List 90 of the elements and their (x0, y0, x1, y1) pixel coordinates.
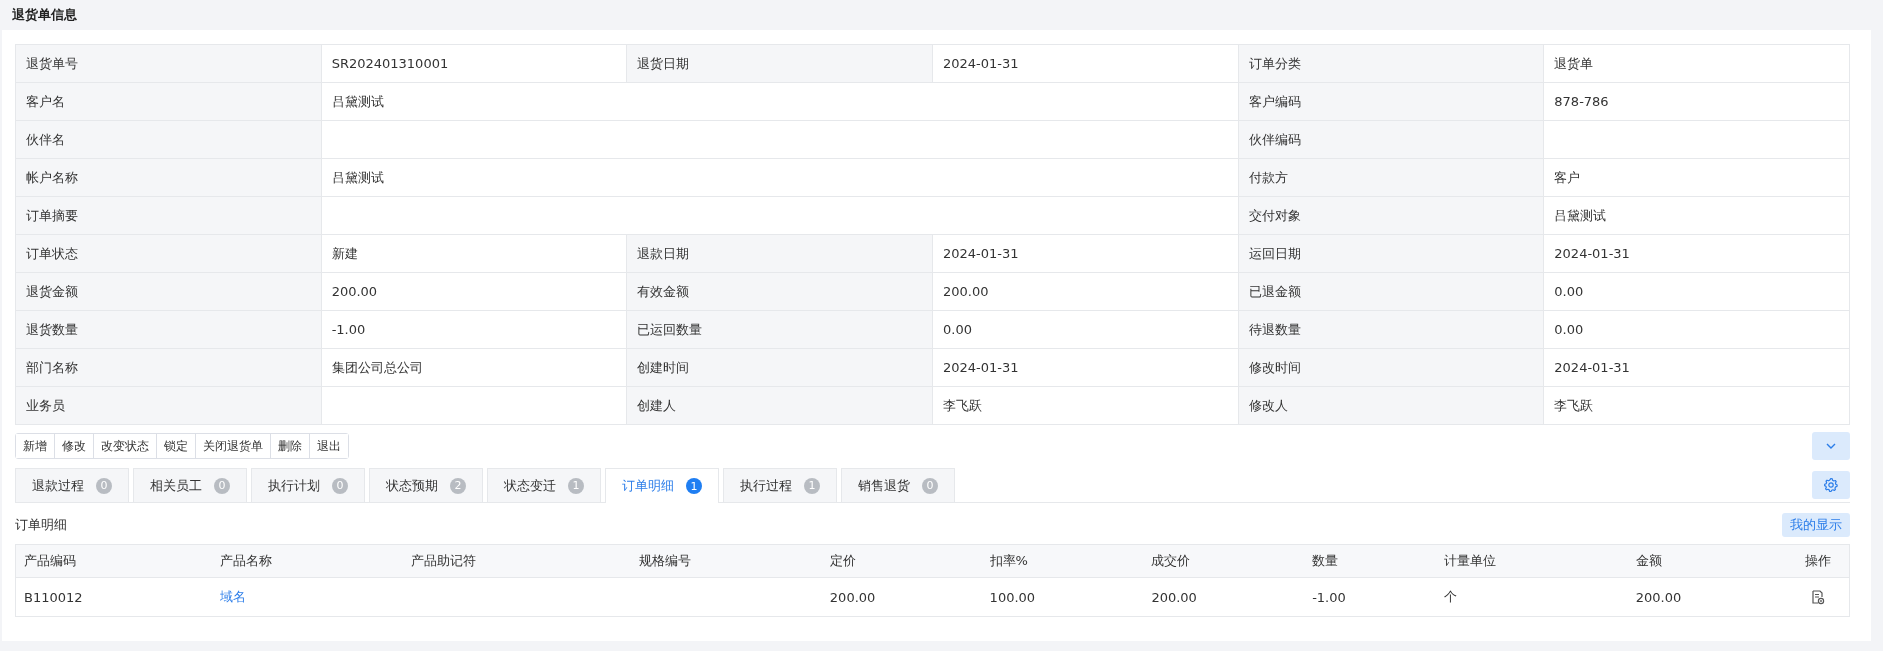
field-label: 创建时间 (627, 349, 933, 387)
field-label: 待退数量 (1238, 311, 1545, 349)
field-value: 李飞跃 (1544, 387, 1850, 425)
count-badge: 2 (450, 477, 466, 494)
settings-icon (1823, 477, 1839, 493)
field-value: 客户 (1544, 159, 1850, 197)
document-view-icon[interactable] (1810, 589, 1825, 605)
field-value: 2024-01-31 (1544, 349, 1850, 387)
field-value: 2024-01-31 (933, 45, 1239, 83)
column-header: 产品编码 (23, 552, 77, 570)
collapse-button[interactable] (1812, 432, 1850, 460)
count-badge: 0 (922, 477, 938, 494)
field-value: 吕黛测试 (321, 159, 1239, 197)
field-label: 订单状态 (16, 235, 322, 273)
field-label: 伙伴名 (16, 121, 322, 159)
count-badge: 0 (214, 477, 230, 494)
section-title: 订单明细 (15, 516, 67, 534)
field-label: 客户编码 (1238, 83, 1545, 121)
field-label: 已运回数量 (627, 311, 933, 349)
column-header: 产品助记符 (410, 552, 478, 570)
column-header: 规格编号 (638, 552, 693, 570)
table-cell: 200.00 (1635, 589, 1682, 605)
field-value: 李飞跃 (933, 387, 1239, 425)
product-link[interactable]: 域名 (220, 589, 247, 604)
field-value: 0.00 (1544, 273, 1850, 311)
field-value: 2024-01-31 (933, 349, 1239, 387)
column-header: 成交价 (1150, 552, 1192, 570)
toolbar-button[interactable]: 新增 (16, 434, 55, 458)
field-value: 878-786 (1544, 83, 1850, 121)
field-value: 退货单 (1544, 45, 1850, 83)
field-value: 200.00 (321, 273, 628, 311)
field-label: 创建人 (627, 387, 933, 425)
tab[interactable]: 执行计划 0 (251, 468, 365, 502)
tab[interactable]: 状态变迁 1 (487, 468, 601, 502)
table-cell: B110012 (24, 589, 83, 605)
table-cell: 200.00 (829, 589, 876, 605)
tab[interactable]: 状态预期 2 (369, 468, 483, 502)
field-value: SR202401310001 (321, 45, 628, 83)
column-header: 操作 (1803, 552, 1832, 570)
field-label: 伙伴编码 (1238, 121, 1545, 159)
column-header: 扣率% (988, 552, 1029, 570)
field-value: 200.00 (933, 273, 1239, 311)
settings-button[interactable] (1812, 471, 1850, 499)
table-cell: 200.00 (1151, 589, 1197, 605)
field-label: 退款日期 (627, 235, 933, 273)
column-header: 定价 (828, 552, 857, 570)
field-label: 运回日期 (1238, 235, 1545, 273)
field-value: 新建 (321, 235, 628, 273)
tab[interactable]: 退款过程 0 (15, 468, 129, 502)
table-cell: -1.00 (1312, 589, 1346, 605)
count-badge: 0 (96, 477, 112, 494)
table-cell: 100.00 (989, 589, 1036, 605)
count-badge: 1 (804, 477, 820, 494)
field-label: 退货日期 (627, 45, 933, 83)
field-label: 有效金额 (627, 273, 933, 311)
field-value: 集团公司总公司 (321, 349, 628, 387)
column-header: 金额 (1634, 552, 1663, 570)
field-label: 修改时间 (1238, 349, 1545, 387)
tab[interactable]: 销售退货 0 (841, 468, 955, 502)
field-label: 退货金额 (16, 273, 322, 311)
field-label: 部门名称 (16, 349, 322, 387)
tab[interactable]: 订单明细 1 (605, 468, 719, 503)
field-label: 帐户名称 (16, 159, 322, 197)
column-header: 数量 (1311, 552, 1340, 570)
field-value: 2024-01-31 (1544, 235, 1850, 273)
column-header: 计量单位 (1443, 552, 1498, 570)
field-label: 已退金额 (1238, 273, 1545, 311)
count-badge: 1 (686, 478, 702, 494)
section-title: 退货单信息 (12, 6, 77, 24)
tab[interactable]: 相关员工 0 (133, 468, 247, 502)
field-value: 0.00 (1544, 311, 1850, 349)
field-label: 退货单号 (16, 45, 322, 83)
field-label: 付款方 (1238, 159, 1545, 197)
column-header: 产品名称 (219, 552, 274, 570)
field-value: 吕黛测试 (321, 83, 1239, 121)
field-value: 吕黛测试 (1544, 197, 1850, 235)
field-value: -1.00 (321, 311, 628, 349)
field-label: 修改人 (1238, 387, 1545, 425)
table-cell: 个 (1444, 589, 1458, 604)
field-label: 业务员 (16, 387, 322, 425)
field-label: 交付对象 (1238, 197, 1545, 235)
field-label: 客户名 (16, 83, 322, 121)
field-value: 0.00 (933, 311, 1239, 349)
field-value: 2024-01-31 (933, 235, 1239, 273)
count-badge: 1 (568, 477, 584, 494)
count-badge: 0 (332, 477, 348, 494)
field-label: 退货数量 (16, 311, 322, 349)
field-label: 订单摘要 (16, 197, 322, 235)
tab[interactable]: 执行过程 1 (723, 468, 837, 502)
field-label: 订单分类 (1238, 45, 1545, 83)
